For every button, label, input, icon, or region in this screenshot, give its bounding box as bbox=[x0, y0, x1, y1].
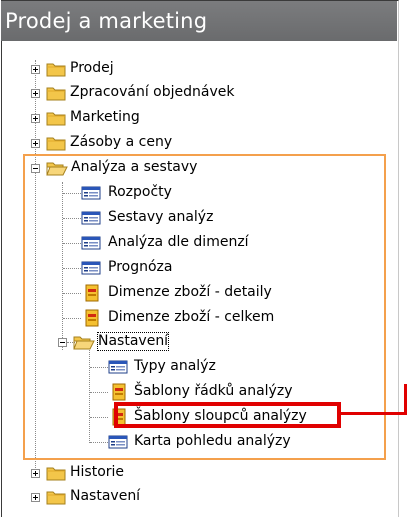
folder-icon bbox=[46, 85, 66, 101]
tree-item-prodej[interactable]: Prodej bbox=[0, 57, 360, 81]
expand-icon[interactable] bbox=[31, 493, 40, 502]
highlight-frame-sablony-sloupcu bbox=[114, 402, 341, 428]
tree-item-label: Prodej bbox=[70, 60, 114, 76]
expand-icon[interactable] bbox=[31, 139, 40, 148]
folder-icon bbox=[46, 110, 66, 126]
folder-icon bbox=[46, 135, 66, 151]
expand-icon[interactable] bbox=[31, 114, 40, 123]
tree-item-label: Historie bbox=[70, 464, 125, 480]
tree-item-label: Zpracování objednávek bbox=[70, 84, 235, 100]
folder-icon bbox=[46, 61, 66, 77]
folder-icon bbox=[46, 489, 66, 505]
tree-item-label: Zásoby a ceny bbox=[70, 134, 173, 150]
expand-icon[interactable] bbox=[31, 65, 40, 74]
expand-icon[interactable] bbox=[31, 469, 40, 478]
tree-item-label: Nastavení bbox=[70, 488, 141, 504]
tree-item-nastaveni[interactable]: Nastavení bbox=[0, 485, 360, 509]
tree-item-marketing[interactable]: Marketing bbox=[0, 106, 360, 130]
folder-icon bbox=[46, 465, 66, 481]
tree-item-historie[interactable]: Historie bbox=[0, 461, 360, 485]
tree-item-zpracovani-objednavek[interactable]: Zpracování objednávek bbox=[0, 81, 360, 105]
callout-line bbox=[341, 412, 407, 415]
expand-icon[interactable] bbox=[31, 89, 40, 98]
tree-item-label: Marketing bbox=[70, 109, 140, 125]
tree-item-zasoby-a-ceny[interactable]: Zásoby a ceny bbox=[0, 131, 360, 155]
